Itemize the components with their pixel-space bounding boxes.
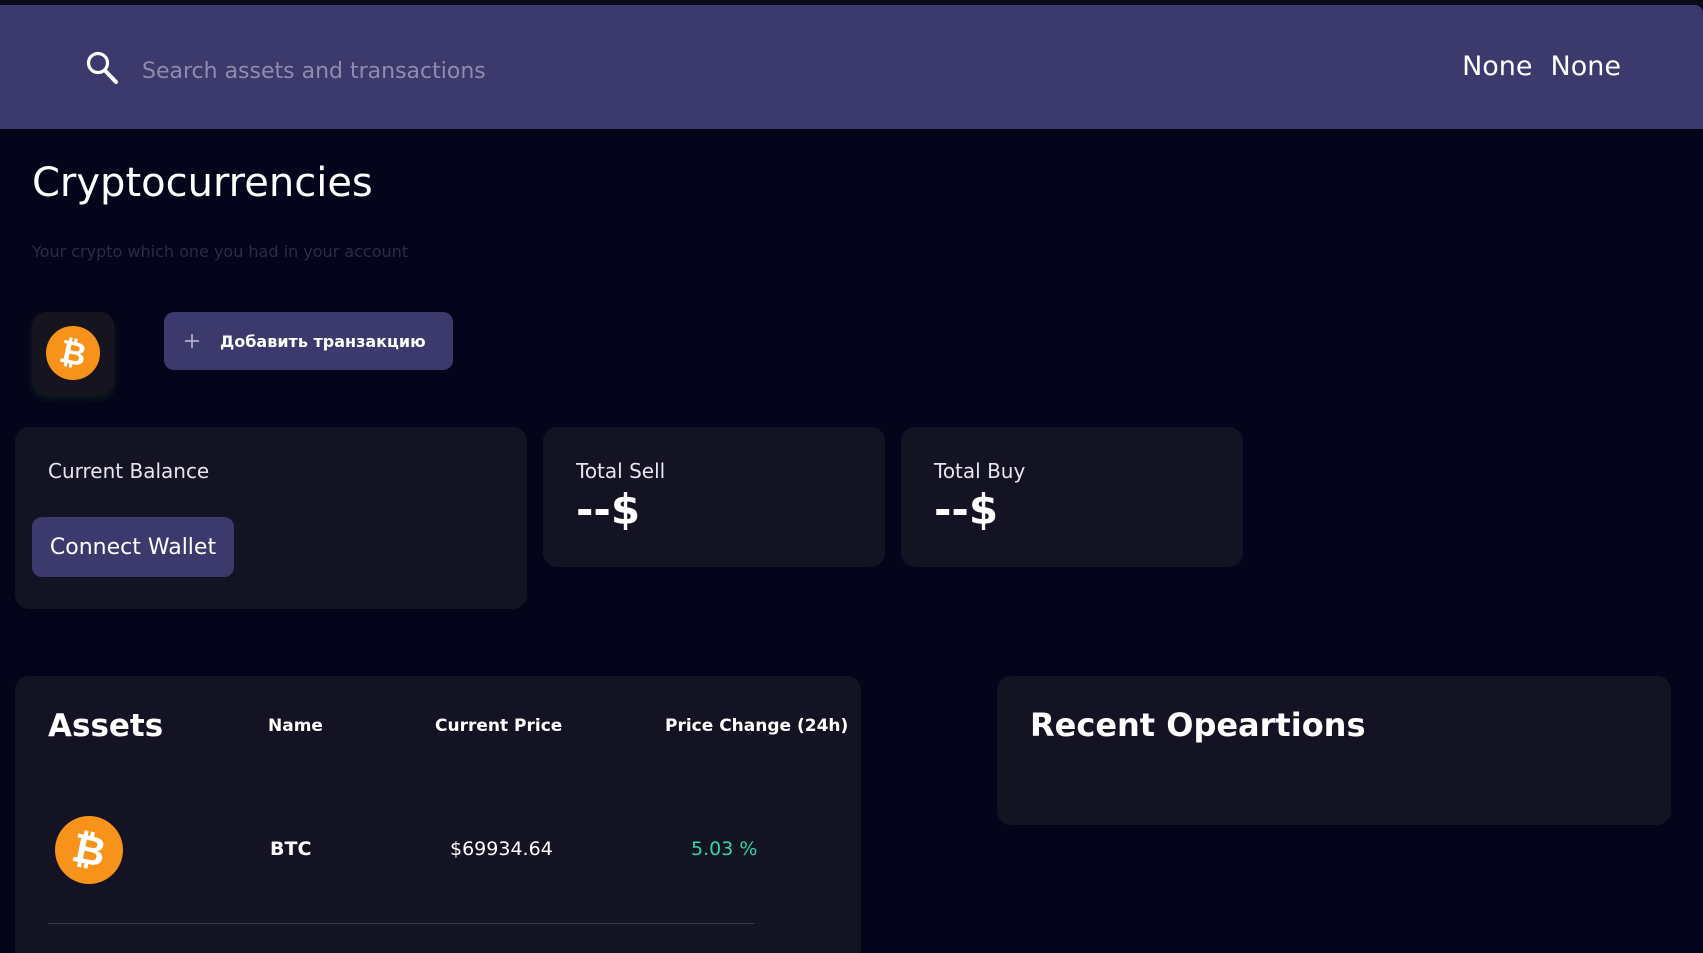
page-subtitle: Your crypto which one you had in your ac… [32, 242, 409, 261]
total-sell-label: Total Sell [576, 459, 666, 483]
bitcoin-select-tile[interactable]: ₿ [32, 312, 114, 394]
table-row[interactable]: ₿ BTC $69934.64 5.03 % [15, 816, 861, 886]
current-balance-label: Current Balance [48, 459, 210, 483]
column-header-price[interactable]: Current Price [435, 716, 562, 736]
user-first-name: None [1462, 51, 1533, 82]
add-transaction-label: Добавить транзакцию [220, 331, 426, 351]
add-transaction-button[interactable]: Добавить транзакцию [164, 312, 453, 370]
user-last-name: None [1550, 51, 1621, 82]
total-sell-value: --$ [576, 485, 641, 534]
column-header-change[interactable]: Price Change (24h) [665, 716, 848, 736]
total-buy-card: Total Buy --$ [901, 427, 1243, 567]
asset-price: $69934.64 [450, 838, 553, 860]
total-buy-label: Total Buy [934, 459, 1026, 483]
plus-icon [185, 334, 199, 348]
recent-operations-title: Recent Opeartions [1030, 706, 1366, 744]
assets-title: Assets [48, 708, 164, 744]
user-name[interactable]: None None [1462, 51, 1621, 82]
search-icon[interactable] [85, 49, 119, 87]
asset-price-change: 5.03 % [691, 838, 758, 860]
bitcoin-icon: ₿ [55, 816, 123, 884]
bitcoin-icon: ₿ [46, 326, 100, 380]
app-page: None None Cryptocurrencies Your crypto w… [0, 0, 1703, 953]
connect-wallet-button[interactable]: Connect Wallet [32, 517, 234, 577]
search-input[interactable] [142, 51, 702, 91]
recent-operations-card: Recent Opeartions [997, 676, 1671, 825]
page-title: Cryptocurrencies [32, 160, 373, 206]
asset-name: BTC [270, 838, 312, 860]
total-buy-value: --$ [934, 485, 999, 534]
total-sell-card: Total Sell --$ [543, 427, 885, 567]
top-header: None None [0, 5, 1703, 129]
column-header-name[interactable]: Name [268, 716, 323, 736]
assets-table: Assets Name Current Price Price Change (… [15, 676, 861, 953]
row-divider [48, 923, 754, 924]
current-balance-card: Current Balance Connect Wallet [15, 427, 527, 609]
